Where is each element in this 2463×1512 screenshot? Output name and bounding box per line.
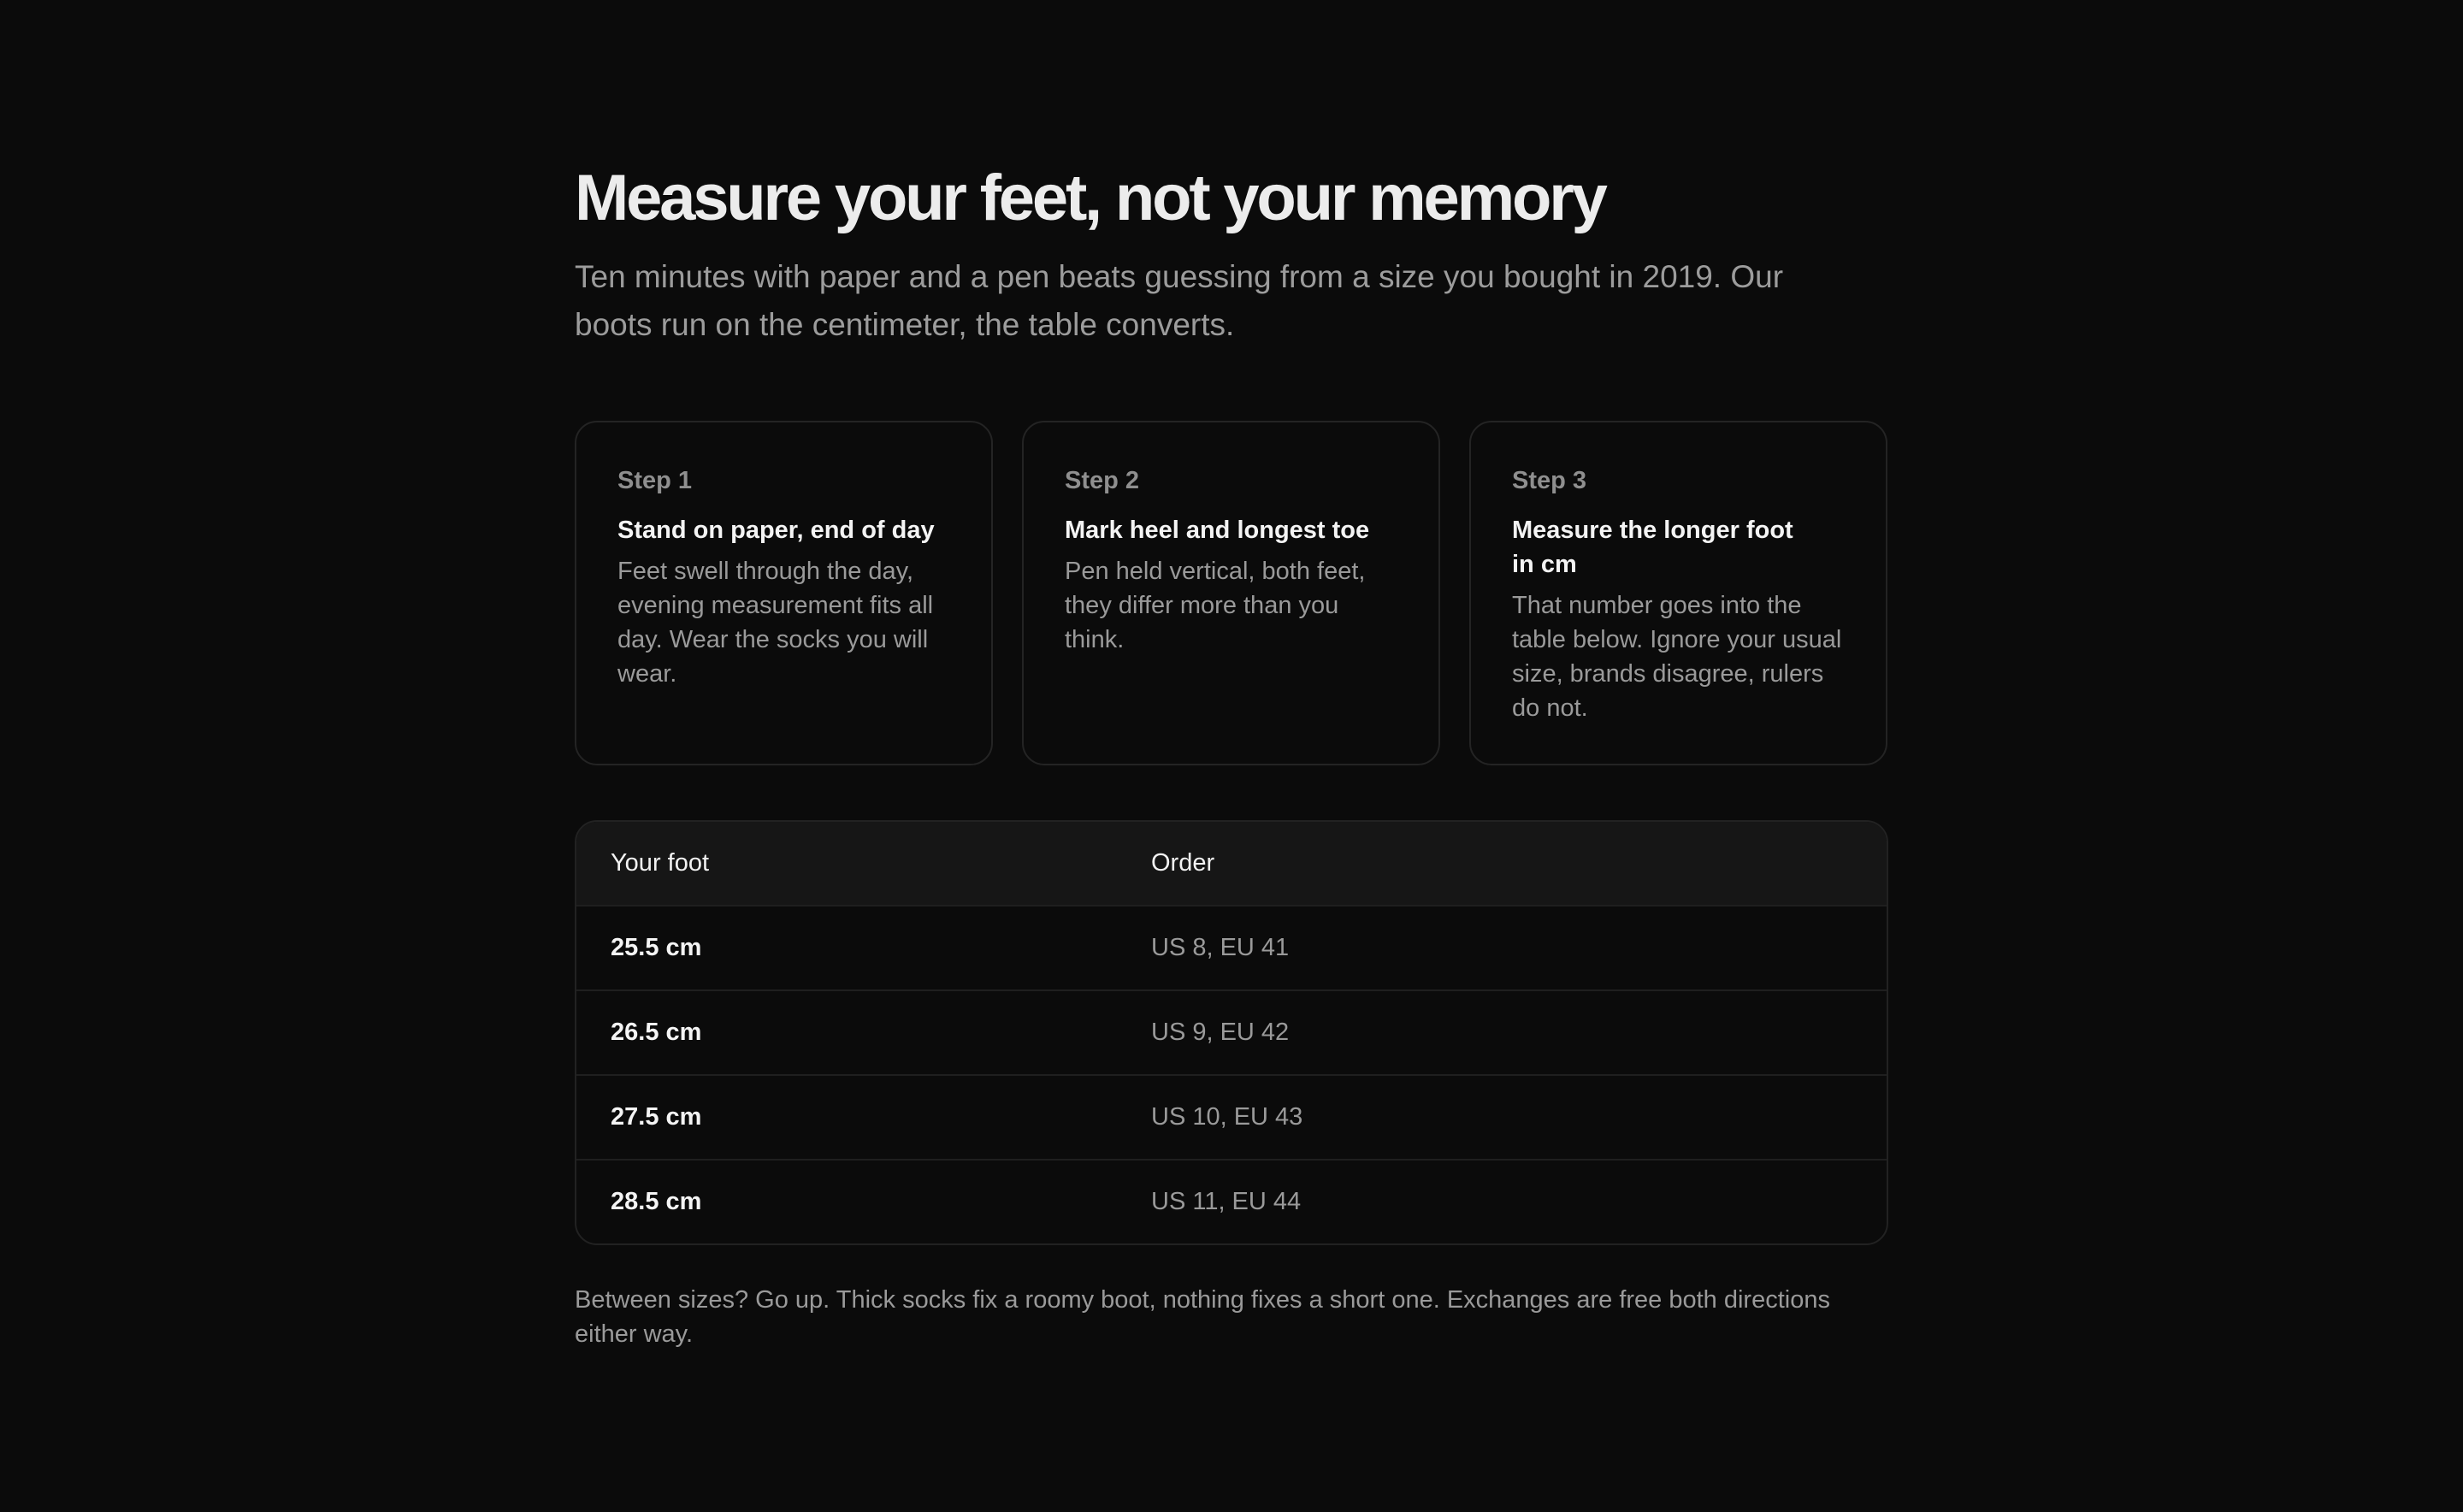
order-size-cell: US 9, EU 42 bbox=[1151, 1019, 1290, 1046]
foot-length-cell: 28.5 cm bbox=[611, 1188, 702, 1215]
column-header-order: Order bbox=[1151, 849, 1215, 877]
page-subtitle: Ten minutes with paper and a pen beats g… bbox=[575, 259, 1784, 342]
step-card-2: Step 2 Mark heel and longest toe Pen hel… bbox=[1022, 421, 1440, 765]
order-size-cell: US 10, EU 43 bbox=[1151, 1103, 1303, 1131]
step-body: Feet swell through the day, evening meas… bbox=[617, 558, 934, 688]
table-row: 28.5 cm US 11, EU 44 bbox=[576, 1159, 1887, 1243]
column-header-your-foot: Your foot bbox=[611, 849, 710, 877]
step-title: Stand on paper, end of day bbox=[617, 517, 935, 544]
table-row: 25.5 cm US 8, EU 41 bbox=[576, 905, 1887, 989]
order-size-cell: US 11, EU 44 bbox=[1151, 1188, 1302, 1215]
step-card-1: Step 1 Stand on paper, end of day Feet s… bbox=[575, 421, 993, 765]
step-body: That number goes into the table below. I… bbox=[1512, 592, 1842, 722]
step-label: Step 1 bbox=[617, 467, 693, 494]
size-table: Your foot Order 25.5 cm US 8, EU 41 26.5… bbox=[575, 820, 1888, 1245]
footnote: Between sizes? Go up. Thick socks fix a … bbox=[575, 1286, 1830, 1348]
step-body: Pen held vertical, both feet, they diffe… bbox=[1065, 558, 1366, 653]
size-guide: Measure your feet, not your memory Ten m… bbox=[575, 159, 1888, 1376]
step-label: Step 3 bbox=[1512, 467, 1587, 494]
foot-length-cell: 27.5 cm bbox=[611, 1103, 702, 1131]
page-title: Measure your feet, not your memory bbox=[575, 162, 1608, 234]
foot-length-cell: 25.5 cm bbox=[611, 934, 702, 961]
table-row: 27.5 cm US 10, EU 43 bbox=[576, 1074, 1887, 1159]
foot-length-cell: 26.5 cm bbox=[611, 1019, 702, 1046]
step-title: Mark heel and longest toe bbox=[1065, 517, 1370, 544]
table-row: 26.5 cm US 9, EU 42 bbox=[576, 989, 1887, 1074]
table-header: Your foot Order bbox=[576, 822, 1887, 905]
order-size-cell: US 8, EU 41 bbox=[1151, 934, 1290, 961]
step-label: Step 2 bbox=[1065, 467, 1140, 494]
step-card-3: Step 3 Measure the longer foot in cm Tha… bbox=[1469, 421, 1887, 765]
steps-section: Step 1 Stand on paper, end of day Feet s… bbox=[575, 421, 1888, 765]
step-title: Measure the longer foot in cm bbox=[1512, 517, 1793, 578]
